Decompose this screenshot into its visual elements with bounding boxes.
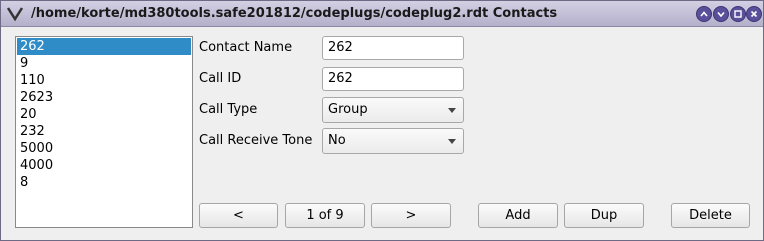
app-icon[interactable] (6, 4, 24, 22)
contacts-list[interactable]: 262 9 110 2623 20 232 5000 4000 8 (15, 36, 193, 228)
list-item[interactable]: 4000 (17, 157, 191, 174)
minimize-icon (717, 11, 725, 18)
list-item[interactable]: 232 (17, 123, 191, 140)
contact-name-label: Contact Name (199, 40, 293, 55)
title-bar[interactable]: /home/korte/md380tools.safe201812/codepl… (1, 1, 763, 27)
chevron-down-icon (448, 108, 456, 113)
contacts-window: /home/korte/md380tools.safe201812/codepl… (0, 0, 764, 241)
call-type-select[interactable]: Group (322, 97, 464, 123)
close-icon (750, 10, 758, 18)
shade-icon (700, 11, 708, 17)
call-receive-tone-label: Call Receive Tone (199, 133, 313, 148)
list-item[interactable]: 110 (17, 72, 191, 89)
contact-name-field[interactable]: 262 (322, 36, 464, 60)
list-item[interactable]: 20 (17, 106, 191, 123)
next-button[interactable]: > (371, 203, 451, 228)
call-type-label: Call Type (199, 102, 258, 117)
call-id-field[interactable]: 262 (322, 67, 464, 91)
shade-button[interactable] (696, 6, 712, 22)
call-type-value: Group (328, 102, 368, 117)
close-button[interactable] (746, 6, 762, 22)
list-item[interactable]: 5000 (17, 140, 191, 157)
window-title: /home/korte/md380tools.safe201812/codepl… (31, 6, 558, 21)
call-receive-tone-select[interactable]: No (322, 128, 464, 154)
delete-button[interactable]: Delete (671, 203, 750, 228)
list-item[interactable]: 2623 (17, 89, 191, 106)
call-id-label: Call ID (199, 71, 242, 86)
list-item[interactable]: 262 (17, 38, 191, 55)
list-item[interactable]: 8 (17, 174, 191, 191)
call-receive-tone-value: No (328, 133, 346, 148)
maximize-button[interactable] (730, 6, 746, 22)
maximize-icon (734, 10, 742, 18)
previous-button[interactable]: < (199, 203, 278, 228)
add-button[interactable]: Add (478, 203, 558, 228)
list-item[interactable]: 9 (17, 55, 191, 72)
dup-button[interactable]: Dup (564, 203, 644, 228)
minimize-button[interactable] (713, 6, 729, 22)
page-indicator: 1 of 9 (285, 203, 365, 228)
chevron-down-icon (448, 139, 456, 144)
